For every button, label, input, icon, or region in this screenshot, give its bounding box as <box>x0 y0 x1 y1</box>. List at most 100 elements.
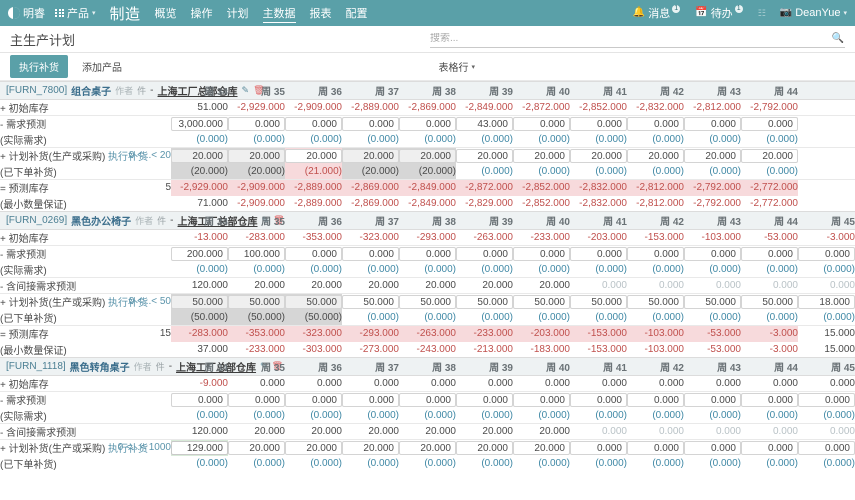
planned-replenish-row-cell[interactable]: 50.000 <box>342 294 399 310</box>
demand-forecast-row-cell[interactable]: 0.000 <box>399 116 456 132</box>
cell-input[interactable]: 0.000 <box>399 247 456 261</box>
cell-input[interactable]: 0.000 <box>570 247 627 261</box>
search-icon[interactable]: 🔍 <box>832 33 844 44</box>
cell-input[interactable]: 20.000 <box>456 441 513 455</box>
demand-forecast-row-cell[interactable]: 0.000 <box>342 392 399 408</box>
edit-icon[interactable]: ✎ <box>242 85 250 96</box>
demand-forecast-row-cell[interactable]: 0.000 <box>741 392 798 408</box>
nav-item-overview[interactable]: 概览 <box>155 4 177 22</box>
demand-forecast-row-cell[interactable]: 0.000 <box>513 116 570 132</box>
cell-input[interactable]: 50.000 <box>627 295 684 309</box>
todo-button[interactable]: 📅 待办 1 <box>695 5 743 21</box>
cell-input[interactable]: 0.000 <box>741 117 798 131</box>
cell-input[interactable]: 0.000 <box>570 441 627 455</box>
brand-home-link[interactable]: 明睿 <box>8 5 45 21</box>
planned-replenish-row-cell[interactable]: 20.000 <box>342 148 399 164</box>
search-input[interactable] <box>430 33 845 44</box>
cell-input[interactable]: 0.000 <box>456 393 513 407</box>
planned-replenish-row-cell[interactable]: 20.000 <box>513 440 570 456</box>
demand-forecast-row-cell[interactable]: 0.000 <box>456 246 513 262</box>
cell-input[interactable]: 20.000 <box>741 149 798 163</box>
user-menu-button[interactable]: 📷 DeanYue ▾ <box>780 7 847 19</box>
cell-input[interactable]: 50.000 <box>285 295 342 309</box>
demand-forecast-row-cell[interactable]: 0.000 <box>627 116 684 132</box>
demand-forecast-row-cell[interactable]: 0.000 <box>570 392 627 408</box>
cell-input[interactable]: 50.000 <box>342 295 399 309</box>
planned-replenish-row-cell[interactable]: 50.000 <box>228 294 285 310</box>
demand-forecast-row-cell[interactable]: 0.000 <box>228 392 285 408</box>
cell-input[interactable]: 50.000 <box>399 295 456 309</box>
planned-replenish-row-cell[interactable]: 50.000 <box>513 294 570 310</box>
demand-forecast-row-cell[interactable]: 100.000 <box>228 246 285 262</box>
cell-input[interactable]: 20.000 <box>513 441 570 455</box>
demand-forecast-row-cell[interactable]: 0.000 <box>171 392 228 408</box>
demand-forecast-row-cell[interactable]: 0.000 <box>285 116 342 132</box>
demand-forecast-row-cell[interactable]: 0.000 <box>513 392 570 408</box>
planned-replenish-row-cell[interactable]: 50.000 <box>570 294 627 310</box>
planned-replenish-row-cell[interactable]: 20.000 <box>570 148 627 164</box>
product-name[interactable]: 黑色转角桌子 <box>70 359 130 374</box>
messages-button[interactable]: 🔔 消息 1 <box>633 5 681 21</box>
demand-forecast-row-cell[interactable]: 0.000 <box>342 246 399 262</box>
cell-input[interactable]: 0.000 <box>285 247 342 261</box>
cell-input[interactable]: 0.000 <box>171 393 228 407</box>
planned-replenish-row-cell[interactable]: 20.000 <box>741 148 798 164</box>
cell-input[interactable]: 0.000 <box>627 247 684 261</box>
cell-input[interactable]: 0.000 <box>342 393 399 407</box>
demand-forecast-row-cell[interactable]: 0.000 <box>627 392 684 408</box>
demand-forecast-row-cell[interactable]: 0.000 <box>399 392 456 408</box>
demand-forecast-row-cell[interactable]: 0.000 <box>513 246 570 262</box>
cell-input[interactable]: 0.000 <box>228 393 285 407</box>
demand-forecast-row-cell[interactable]: 3,000.000 <box>171 116 228 132</box>
cell-input[interactable]: 129.000 <box>171 441 228 455</box>
cell-input[interactable]: 0.000 <box>570 117 627 131</box>
planned-replenish-row-cell[interactable]: 20.000 <box>342 440 399 456</box>
cell-input[interactable]: 0.000 <box>798 393 855 407</box>
apps-menu-button[interactable]: 产品 ▾ <box>55 5 96 21</box>
cell-input[interactable]: 100.000 <box>228 247 285 261</box>
cell-input[interactable]: 20.000 <box>627 149 684 163</box>
cell-input[interactable]: 0.000 <box>342 247 399 261</box>
planned-replenish-row-cell[interactable]: 50.000 <box>741 294 798 310</box>
planned-replenish-row-cell[interactable]: 18.000 <box>798 294 855 310</box>
cell-input[interactable]: 0.000 <box>741 247 798 261</box>
cell-input[interactable]: 20.000 <box>570 149 627 163</box>
search-box[interactable]: 🔍 <box>430 30 845 48</box>
planned-replenish-row-cell[interactable]: 20.000 <box>228 440 285 456</box>
planned-replenish-row-cell[interactable]: 0.000 <box>627 440 684 456</box>
planned-replenish-row-cell[interactable]: 20.000 <box>228 148 285 164</box>
cell-input[interactable]: 0.000 <box>285 117 342 131</box>
cell-input[interactable]: 20.000 <box>399 441 456 455</box>
cell-input[interactable]: 0.000 <box>285 393 342 407</box>
cell-input[interactable]: 20.000 <box>342 149 399 163</box>
cell-input[interactable]: 0.000 <box>342 117 399 131</box>
cell-input[interactable]: 0.000 <box>570 393 627 407</box>
nav-item-configuration[interactable]: 配置 <box>346 4 368 22</box>
cell-input[interactable]: 20.000 <box>285 441 342 455</box>
planned-replenish-row-cell[interactable]: 20.000 <box>456 440 513 456</box>
demand-forecast-row-cell[interactable]: 0.000 <box>627 246 684 262</box>
planned-replenish-row-cell[interactable]: 20.000 <box>627 148 684 164</box>
cell-input[interactable]: 20.000 <box>285 149 342 163</box>
cell-input[interactable]: 43.000 <box>456 117 513 131</box>
planned-replenish-row-cell[interactable]: 0.000 <box>798 440 855 456</box>
activity-icon[interactable]: ☷ <box>758 8 766 19</box>
cell-input[interactable]: 0.000 <box>684 117 741 131</box>
demand-forecast-row-cell[interactable]: 0.000 <box>684 246 741 262</box>
demand-forecast-row-cell[interactable]: 200.000 <box>171 246 228 262</box>
cell-input[interactable]: 0.000 <box>627 441 684 455</box>
cell-input[interactable]: 20.000 <box>171 149 228 163</box>
demand-forecast-row-cell[interactable]: 0.000 <box>342 116 399 132</box>
planned-replenish-row-cell[interactable]: 50.000 <box>684 294 741 310</box>
cell-input[interactable]: 50.000 <box>456 295 513 309</box>
cell-input[interactable]: 20.000 <box>456 149 513 163</box>
demand-forecast-row-cell[interactable]: 0.000 <box>285 392 342 408</box>
cell-input[interactable]: 50.000 <box>171 295 228 309</box>
planned-replenish-row-cell[interactable]: 50.000 <box>456 294 513 310</box>
demand-forecast-row-cell[interactable]: 0.000 <box>399 246 456 262</box>
planned-replenish-row-cell[interactable]: 20.000 <box>399 440 456 456</box>
cell-input[interactable]: 0.000 <box>684 441 741 455</box>
nav-item-master-data[interactable]: 主数据 <box>263 4 296 23</box>
planned-replenish-row-cell[interactable]: 20.000 <box>399 148 456 164</box>
demand-forecast-row-cell[interactable]: 0.000 <box>741 246 798 262</box>
